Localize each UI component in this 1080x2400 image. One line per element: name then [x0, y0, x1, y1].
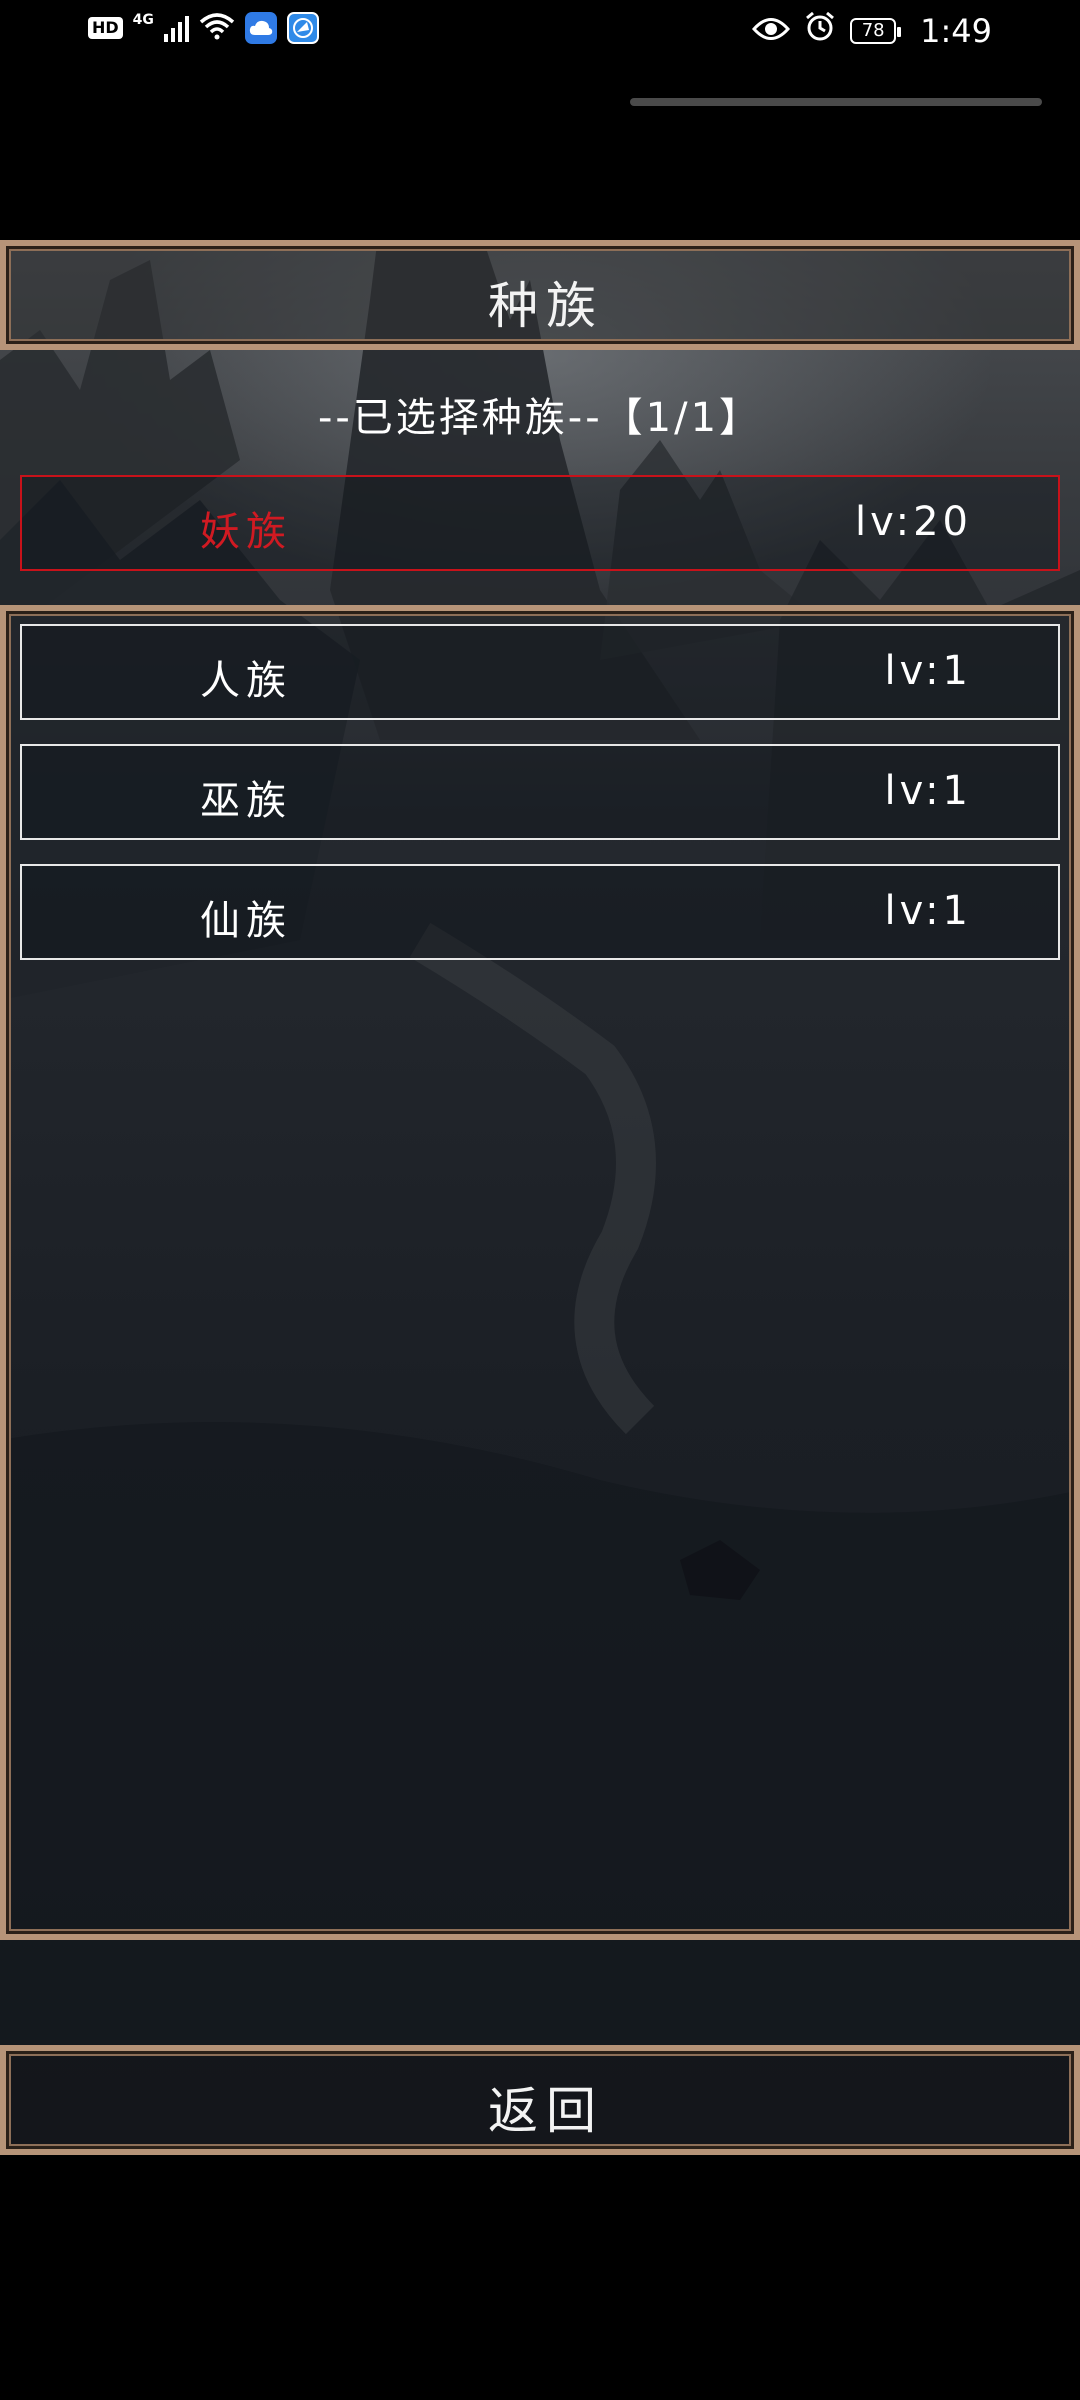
page-title: 种族 — [488, 277, 604, 335]
battery-icon: 78 — [850, 17, 902, 44]
selected-race-row[interactable]: 妖族 lv:20 — [20, 475, 1060, 571]
title-bar: 种族 — [0, 240, 1080, 350]
status-left: HD 4G — [88, 12, 319, 44]
race-level: lv:1 — [884, 648, 972, 694]
alarm-icon — [804, 10, 836, 51]
back-button-label: 返回 — [488, 2082, 604, 2140]
race-name: 巫族 — [200, 778, 292, 824]
cloud-app-icon — [244, 12, 277, 44]
status-right: 78 1:49 — [752, 10, 992, 51]
race-row-human[interactable]: 人族 lv:1 — [20, 624, 1060, 720]
race-row-immortal[interactable]: 仙族 lv:1 — [20, 864, 1060, 960]
race-level: lv:1 — [884, 888, 972, 934]
network-type-label: 4G — [132, 12, 154, 28]
hd-icon: HD — [88, 17, 123, 39]
status-bar: HD 4G 78 1:49 — [0, 0, 1080, 60]
race-name: 人族 — [200, 658, 292, 704]
wifi-icon — [199, 12, 235, 44]
race-row-wu[interactable]: 巫族 lv:1 — [20, 744, 1060, 840]
race-level: lv:1 — [884, 768, 972, 814]
browser-app-icon — [286, 12, 319, 44]
drag-handle[interactable] — [630, 98, 1042, 106]
eye-icon — [752, 11, 791, 51]
signal-icon — [163, 14, 189, 42]
race-screen: 种族 --已选择种族--【1/1】 妖族 lv:20 人族 lv:1 巫族 lv… — [0, 240, 1080, 2155]
race-level: lv:20 — [855, 499, 972, 545]
race-name: 妖族 — [200, 509, 292, 555]
clock-time: 1:49 — [920, 11, 992, 50]
selected-race-count: --已选择种族--【1/1】 — [317, 395, 763, 441]
back-button[interactable]: 返回 — [0, 2045, 1080, 2155]
race-name: 仙族 — [200, 898, 292, 944]
